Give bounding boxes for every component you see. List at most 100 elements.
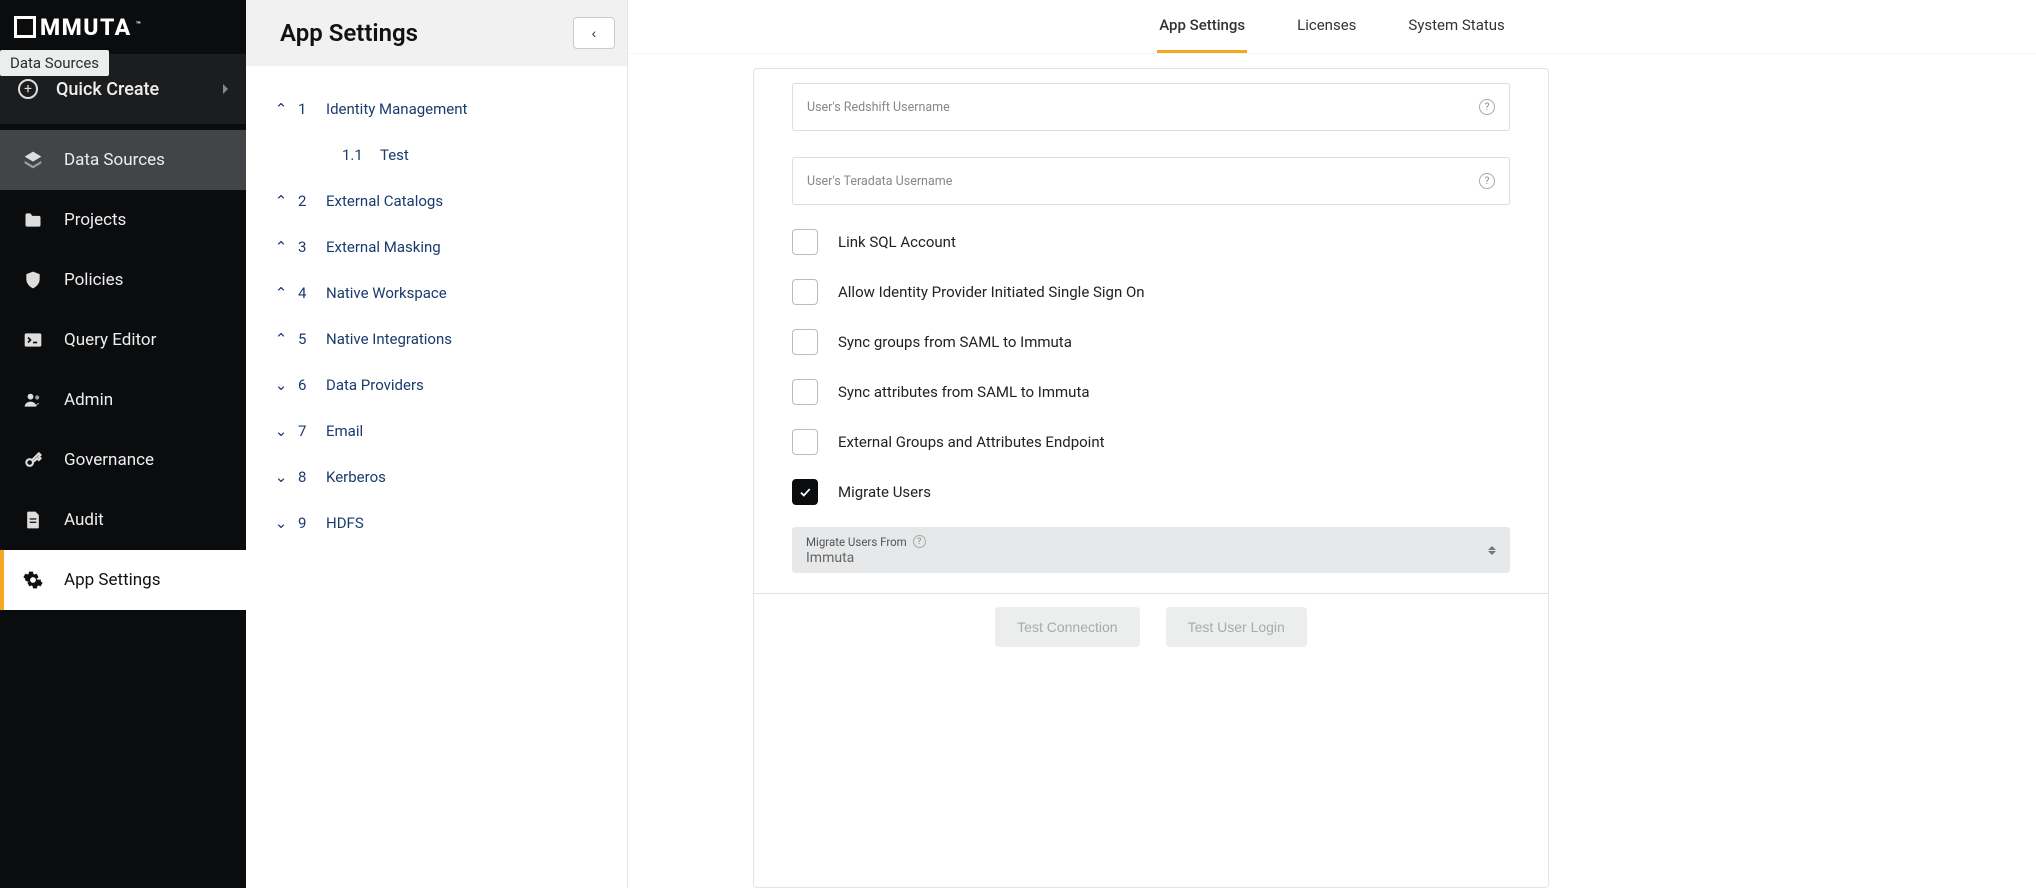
tree-num: 2 [298, 192, 316, 210]
tree-num: 6 [298, 376, 316, 394]
help-icon[interactable]: ? [913, 535, 926, 548]
checkbox-label: Migrate Users [838, 483, 931, 501]
chevron-down-icon: ⌄ [274, 514, 288, 532]
sidebar-item-projects[interactable]: Projects [0, 190, 246, 250]
checkbox-sync-groups[interactable] [792, 329, 818, 355]
teradata-username-field[interactable]: User's Teradata Username ? [792, 157, 1510, 205]
sidebar-item-label: Governance [64, 450, 154, 470]
help-icon[interactable]: ? [1479, 173, 1495, 189]
tree-label: Kerberos [326, 468, 386, 486]
chevron-up-icon: ⌃ [274, 330, 288, 348]
sidebar-item-label: Data Sources [64, 150, 165, 170]
tab-app-settings[interactable]: App Settings [1157, 0, 1247, 53]
caret-right-icon [223, 84, 228, 94]
tree-item-email[interactable]: ⌄ 7 Email [246, 408, 627, 454]
checkbox-sync-attrs[interactable] [792, 379, 818, 405]
checkbox-idp-sso[interactable] [792, 279, 818, 305]
tree-item-native-workspace[interactable]: ⌃ 4 Native Workspace [246, 270, 627, 316]
tree-item-hdfs[interactable]: ⌄ 9 HDFS [246, 500, 627, 546]
top-tabs: App Settings Licenses System Status [628, 0, 2036, 54]
sidebar-item-app-settings[interactable]: App Settings [0, 550, 246, 610]
chevron-down-icon: ⌄ [274, 468, 288, 486]
teradata-username-label: User's Teradata Username [807, 174, 952, 189]
sidebar-item-label: Admin [64, 390, 113, 410]
tree-num: 7 [298, 422, 316, 440]
tree-label: External Catalogs [326, 192, 443, 210]
tree-label: Native Integrations [326, 330, 452, 348]
logo-tm: ™ [136, 20, 143, 29]
settings-nav-panel: App Settings ‹ ⌃ 1 Identity Management 1… [246, 0, 628, 888]
sidebar-item-label: Projects [64, 210, 126, 230]
sidebar-item-label: App Settings [64, 570, 160, 590]
tree-num: 5 [298, 330, 316, 348]
sort-icon [1488, 546, 1496, 555]
tree-label: Identity Management [326, 100, 467, 118]
checkbox-label: Allow Identity Provider Initiated Single… [838, 283, 1145, 301]
checkbox-migrate-users[interactable] [792, 479, 818, 505]
sidebar-item-data-sources[interactable]: Data Sources [0, 130, 246, 190]
tooltip-data-sources: Data Sources [0, 50, 109, 76]
tree-label: Email [326, 422, 363, 440]
logo-text: MMUTA [40, 14, 132, 41]
settings-card: User's Redshift Username ? User's Terada… [753, 68, 1549, 888]
sidebar-item-audit[interactable]: Audit [0, 490, 246, 550]
left-sidebar: MMUTA ™ + Quick Create Data Sources Proj… [0, 0, 246, 888]
tree-label: Test [380, 146, 409, 164]
tab-system-status[interactable]: System Status [1406, 0, 1506, 53]
users-icon [22, 389, 44, 411]
folder-icon [22, 209, 44, 231]
redshift-username-label: User's Redshift Username [807, 100, 950, 115]
chevron-down-icon: ⌄ [274, 422, 288, 440]
chevron-up-icon: ⌃ [274, 192, 288, 210]
tab-licenses[interactable]: Licenses [1295, 0, 1358, 53]
sidebar-item-admin[interactable]: Admin [0, 370, 246, 430]
tree-item-native-integrations[interactable]: ⌃ 5 Native Integrations [246, 316, 627, 362]
select-label: Migrate Users From [806, 535, 907, 549]
sidebar-item-query-editor[interactable]: Query Editor [0, 310, 246, 370]
checkbox-label: External Groups and Attributes Endpoint [838, 433, 1105, 451]
checkbox-label: Sync attributes from SAML to Immuta [838, 383, 1090, 401]
chevron-up-icon: ⌃ [274, 238, 288, 256]
tree-item-data-providers[interactable]: ⌄ 6 Data Providers [246, 362, 627, 408]
tree-item-external-masking[interactable]: ⌃ 3 External Masking [246, 224, 627, 270]
gear-icon [22, 569, 44, 591]
tree-subitem-test[interactable]: 1.1 Test [246, 132, 627, 178]
checkbox-label: Link SQL Account [838, 233, 956, 251]
redshift-username-field[interactable]: User's Redshift Username ? [792, 83, 1510, 131]
key-icon [22, 449, 44, 471]
quick-create-label: Quick Create [56, 79, 223, 100]
layers-icon [22, 149, 44, 171]
settings-nav-title: App Settings [280, 19, 418, 47]
tree-num: 4 [298, 284, 316, 302]
tree-num: 9 [298, 514, 316, 532]
logo-mark-icon [14, 16, 36, 38]
collapse-panel-button[interactable]: ‹ [573, 17, 615, 49]
checkbox-link-sql[interactable] [792, 229, 818, 255]
sidebar-item-label: Policies [64, 270, 123, 290]
tree-num: 3 [298, 238, 316, 256]
test-connection-button[interactable]: Test Connection [995, 607, 1139, 647]
sidebar-item-governance[interactable]: Governance [0, 430, 246, 490]
migrate-from-select[interactable]: Migrate Users From ? Immuta [792, 527, 1510, 573]
shield-icon [22, 269, 44, 291]
tree-label: Native Workspace [326, 284, 447, 302]
chevron-down-icon: ⌄ [274, 376, 288, 394]
checkbox-label: Sync groups from SAML to Immuta [838, 333, 1072, 351]
document-icon [22, 509, 44, 531]
logo[interactable]: MMUTA ™ [0, 0, 246, 54]
sidebar-item-policies[interactable]: Policies [0, 250, 246, 310]
plus-circle-icon: + [18, 79, 38, 99]
tree-num: 1 [298, 100, 316, 118]
help-icon[interactable]: ? [1479, 99, 1495, 115]
tree-num: 1.1 [342, 146, 370, 164]
tree-label: Data Providers [326, 376, 424, 394]
test-user-login-button[interactable]: Test User Login [1166, 607, 1307, 647]
tree-label: HDFS [326, 514, 364, 532]
checkbox-ext-groups[interactable] [792, 429, 818, 455]
sidebar-item-label: Audit [64, 510, 104, 530]
tree-item-kerberos[interactable]: ⌄ 8 Kerberos [246, 454, 627, 500]
chevron-up-icon: ⌃ [274, 284, 288, 302]
tree-item-identity-management[interactable]: ⌃ 1 Identity Management [246, 86, 627, 132]
tree-item-external-catalogs[interactable]: ⌃ 2 External Catalogs [246, 178, 627, 224]
select-value: Immuta [806, 550, 926, 566]
